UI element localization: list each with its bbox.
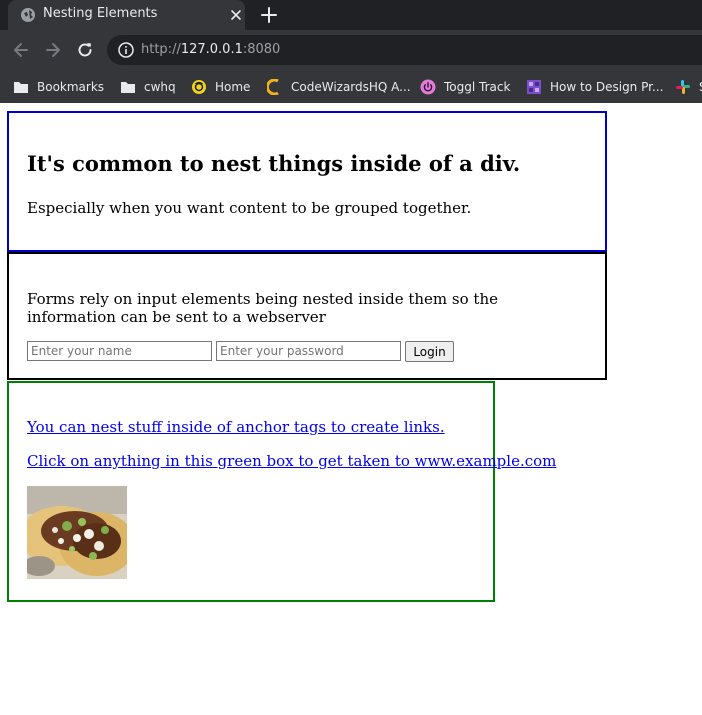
bookmark-label: CodeWizardsHQ A...: [291, 80, 411, 94]
form-description: Forms rely on input elements being neste…: [27, 290, 498, 326]
bookmark-cwhq[interactable]: cwhq: [120, 76, 176, 98]
globe-icon: [21, 8, 35, 22]
home-favicon-icon: [192, 80, 206, 94]
close-icon[interactable]: [227, 6, 245, 24]
url-scheme: http://: [141, 42, 181, 57]
example-link[interactable]: Click on anything in this green box to g…: [27, 452, 556, 470]
browser-toolbar: http://127.0.0.1:8080: [0, 30, 702, 70]
intro-paragraph: Especially when you want content to be g…: [27, 199, 472, 217]
slack-favicon-icon: [676, 80, 690, 94]
nest-link[interactable]: You can nest stuff inside of anchor tags…: [27, 418, 445, 436]
bookmark-label: Toggl Track: [444, 80, 511, 94]
bookmark-home[interactable]: Home: [191, 76, 250, 98]
login-button[interactable]: Login: [405, 341, 454, 362]
new-tab-icon[interactable]: [259, 5, 279, 25]
back-arrow-icon[interactable]: [11, 40, 31, 60]
form-box: Forms rely on input elements being neste…: [7, 252, 607, 380]
tacos-image[interactable]: [27, 486, 127, 579]
bookmark-codewizardshq[interactable]: CodeWizardsHQ A...: [267, 76, 411, 98]
forward-arrow-icon[interactable]: [43, 40, 63, 60]
password-input[interactable]: [216, 341, 401, 361]
codewizards-favicon-icon: [267, 79, 279, 95]
url-text: http://127.0.0.1:8080: [141, 42, 280, 57]
bookmark-how-to-design[interactable]: How to Design Pr...: [526, 76, 663, 98]
page-viewport: It's common to nest things inside of a d…: [0, 103, 702, 715]
tab-title: Nesting Elements: [43, 6, 158, 21]
bookmark-bookmarks[interactable]: Bookmarks: [13, 76, 104, 98]
folder-icon: [14, 82, 28, 93]
intro-box: It's common to nest things inside of a d…: [7, 111, 607, 252]
toggl-favicon-icon: [420, 79, 436, 95]
bookmark-label: Home: [215, 80, 251, 94]
bookmark-toggl-track[interactable]: Toggl Track: [420, 76, 510, 98]
bookmark-label: How to Design Pr...: [550, 80, 664, 94]
bookmark-label: Bookmarks: [37, 80, 105, 94]
url-port: :8080: [242, 42, 281, 57]
bookmark-slack[interactable]: S: [675, 76, 702, 98]
page-heading: It's common to nest things inside of a d…: [27, 151, 521, 176]
bookmarks-bar: Bookmarks cwhq Home CodeWizardsHQ A... T…: [0, 70, 702, 103]
tab-nesting-elements[interactable]: Nesting Elements: [8, 0, 245, 30]
folder-icon: [121, 82, 135, 93]
bookmark-label: cwhq: [144, 80, 176, 94]
url-host: 127.0.0.1: [180, 42, 243, 57]
design-favicon-icon: [527, 80, 541, 94]
info-icon[interactable]: [118, 42, 134, 58]
address-bar[interactable]: http://127.0.0.1:8080: [107, 35, 702, 65]
name-input[interactable]: [27, 341, 212, 361]
tab-strip: Nesting Elements: [0, 0, 702, 30]
link-box[interactable]: You can nest stuff inside of anchor tags…: [7, 381, 556, 602]
reload-icon[interactable]: [75, 40, 95, 60]
